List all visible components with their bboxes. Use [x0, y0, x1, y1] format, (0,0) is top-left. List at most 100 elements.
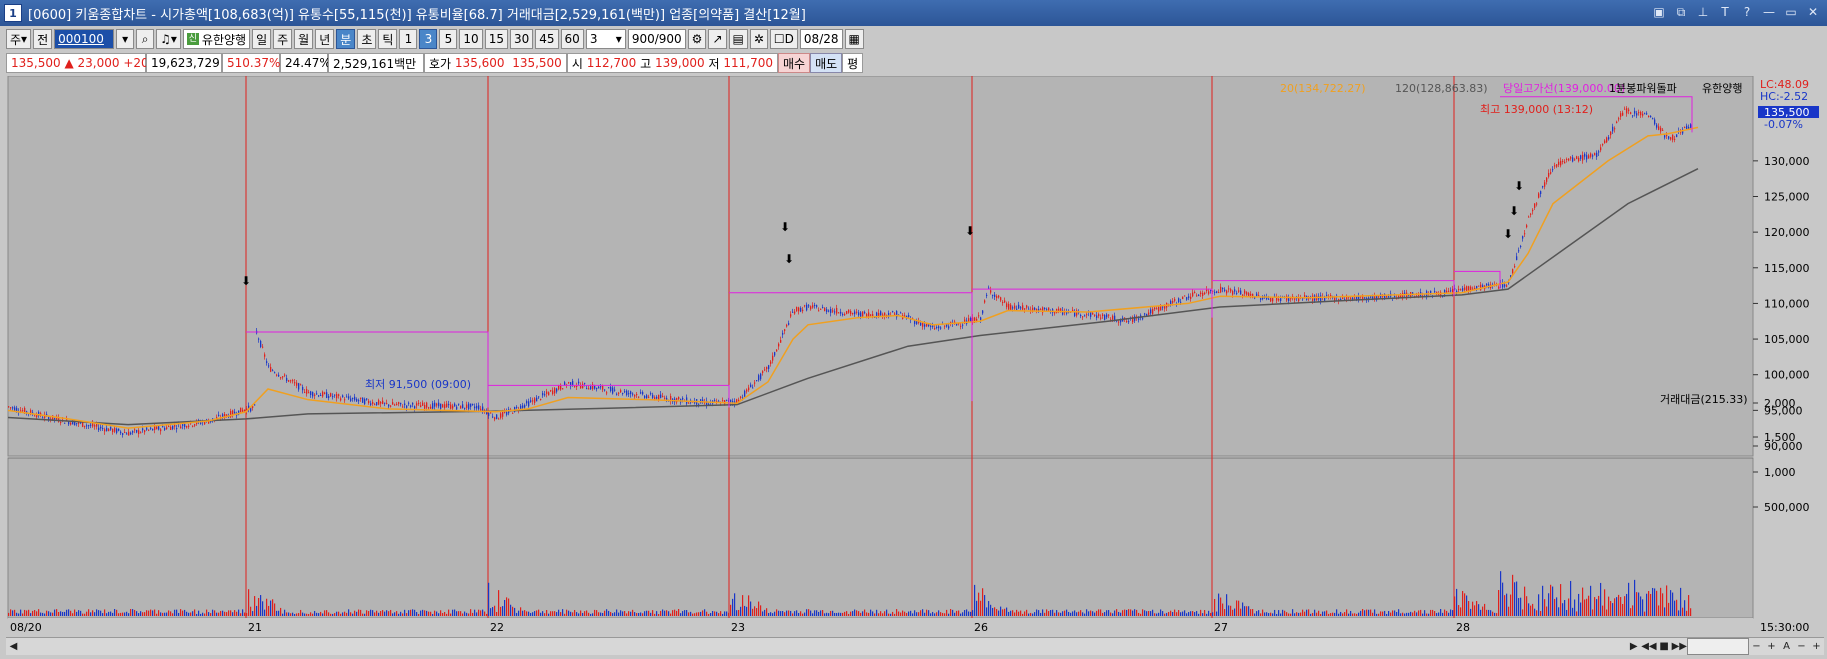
minus-icon[interactable]: − — [1794, 639, 1809, 654]
candle-body — [802, 309, 804, 312]
period-second[interactable]: 초 — [357, 29, 377, 49]
volume-bar — [1538, 594, 1540, 616]
pin-icon[interactable]: ⊥ — [1695, 4, 1711, 20]
interval-5[interactable]: 5 — [439, 29, 458, 49]
copy-icon[interactable]: ⧉ — [1673, 4, 1689, 20]
code-dropdown-icon[interactable]: ▾ — [116, 29, 135, 49]
period-minute[interactable]: 분 — [336, 29, 356, 49]
candle-body — [814, 304, 816, 306]
date-field[interactable]: 08/28 — [799, 29, 843, 49]
candle-body — [1618, 118, 1620, 120]
stop-icon[interactable]: ■ — [1657, 639, 1672, 654]
period-tick[interactable]: 틱 — [378, 29, 398, 49]
eval-button[interactable]: 평 — [842, 53, 864, 73]
volume-bar — [1362, 609, 1364, 616]
candle-body — [1224, 289, 1226, 292]
volume-bar — [112, 612, 114, 616]
interval-15[interactable]: 15 — [484, 29, 508, 49]
buy-button[interactable]: 매수 — [777, 53, 811, 73]
interval-select[interactable]: 3 ▾ — [585, 29, 626, 49]
candle-body — [126, 433, 128, 435]
volume-bar — [648, 610, 650, 616]
volume-bar — [516, 612, 518, 616]
interval-60[interactable]: 60 — [560, 29, 584, 49]
text-tool-icon[interactable]: A — [1779, 639, 1794, 654]
candle-body — [430, 406, 432, 409]
stock-name-field[interactable]: 신 유한양행 — [182, 29, 251, 49]
prev-button[interactable]: 전 — [33, 29, 53, 49]
sound-icon[interactable]: ♫▾ — [156, 29, 181, 49]
sell-button[interactable]: 매도 — [810, 53, 843, 73]
volume-bar — [126, 611, 128, 616]
interval-1[interactable]: 1 — [399, 29, 418, 49]
search-icon[interactable]: ⌕ — [136, 29, 155, 49]
minimize-icon[interactable]: — — [1761, 4, 1777, 20]
scroll-thumb[interactable] — [1687, 638, 1749, 655]
volume-bar — [32, 610, 34, 616]
period-month[interactable]: 월 — [294, 29, 314, 49]
play-icon[interactable]: ▶ — [1626, 639, 1641, 654]
zoom-out-icon[interactable]: − — [1749, 639, 1764, 654]
help-icon[interactable]: ? — [1739, 4, 1755, 20]
volume-bar — [206, 609, 208, 616]
volume-bar — [432, 613, 434, 616]
volume-pane[interactable] — [7, 457, 1754, 619]
chart-scrollbar[interactable]: ◀ ▶ ◀◀ ■ ▶▶ − + A − + — [6, 637, 1824, 655]
volume-bar — [324, 610, 326, 616]
scroll-left-icon[interactable]: ◀ — [6, 639, 21, 654]
volume-bar — [610, 612, 612, 616]
save-icon[interactable]: ▤ — [728, 29, 748, 49]
volume-bar — [1386, 613, 1388, 616]
restore-icon[interactable]: ▭ — [1783, 4, 1799, 20]
candle-body — [8, 406, 10, 408]
plus-icon[interactable]: + — [1809, 639, 1824, 654]
calendar-icon[interactable]: ▦ — [844, 29, 864, 49]
candle-body — [934, 328, 936, 330]
font-icon[interactable]: T — [1717, 4, 1733, 20]
down-arrow-icon: ⬇ — [784, 252, 794, 266]
volume-bar — [1320, 613, 1322, 616]
volume-bar — [588, 612, 590, 616]
candle-body — [252, 406, 254, 408]
volume-bar — [1398, 609, 1400, 616]
volume-bar — [1582, 587, 1584, 616]
price-pane[interactable] — [7, 76, 1754, 457]
candle-body — [1600, 147, 1602, 151]
link-icon[interactable]: ▣ — [1651, 4, 1667, 20]
mode-select[interactable]: 주 ▾ — [6, 29, 32, 49]
candle-body — [162, 426, 164, 428]
close-icon[interactable]: ✕ — [1805, 4, 1821, 20]
volume-bar — [370, 609, 372, 616]
interval-3[interactable]: 3 — [419, 29, 438, 49]
candle-body — [112, 429, 114, 433]
volume-bar — [1656, 590, 1658, 616]
volume-bar — [968, 611, 970, 616]
forward-icon[interactable]: ▶▶ — [1672, 639, 1687, 654]
volume-bar — [1370, 609, 1372, 616]
settings-icon[interactable]: ✲ — [749, 29, 768, 49]
chart-area[interactable]: ⬇⬇⬇ ⬇ ⬇⬇⬇ 20(134,722.27) 120(128,863.83) 당… — [0, 76, 1827, 659]
candle-body — [618, 392, 620, 394]
zoom-in-icon[interactable]: + — [1764, 639, 1779, 654]
candle-body — [1320, 295, 1322, 301]
candle-body — [1278, 298, 1280, 301]
draw-icon[interactable]: ↗ — [708, 29, 727, 49]
period-day[interactable]: 일 — [252, 29, 272, 49]
volume-bar — [454, 609, 456, 616]
interval-45[interactable]: 45 — [535, 29, 559, 49]
period-week[interactable]: 주 — [273, 29, 293, 49]
date-checkbox[interactable]: ☐ D — [769, 29, 798, 49]
rewind-icon[interactable]: ◀◀ — [1641, 639, 1656, 654]
candle-body — [1240, 290, 1242, 295]
period-year[interactable]: 년 — [315, 29, 335, 49]
interval-10[interactable]: 10 — [459, 29, 483, 49]
indicator-icon[interactable]: ⚙ — [687, 29, 707, 49]
volume-bar — [450, 613, 452, 616]
volume-bar — [658, 613, 660, 616]
stock-code-input[interactable]: 000100 — [54, 29, 115, 49]
volume-bar — [538, 609, 540, 616]
interval-30[interactable]: 30 — [509, 29, 534, 49]
count-field[interactable]: 900/900 — [627, 29, 686, 49]
candle-body — [316, 393, 318, 395]
volume-bar — [886, 609, 888, 616]
